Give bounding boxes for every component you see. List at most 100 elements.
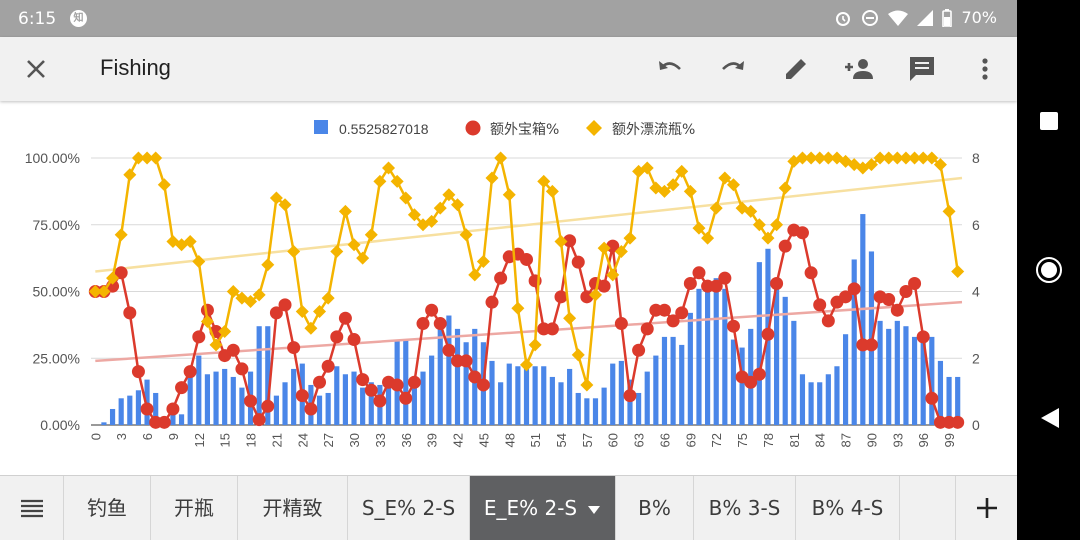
- bar: [316, 395, 323, 425]
- data-point-red: [373, 394, 387, 408]
- data-point-red: [597, 279, 611, 293]
- bar: [420, 371, 426, 425]
- data-point-red: [882, 293, 896, 307]
- data-point-yellow: [382, 161, 396, 175]
- data-point-red: [304, 402, 318, 416]
- alarm-icon: [836, 11, 851, 26]
- sheet-tab[interactable]: B% 4-S: [796, 476, 900, 540]
- add-sheet-button[interactable]: [955, 476, 1017, 540]
- data-point-yellow: [209, 338, 223, 352]
- right-axis-tick-label: 6: [972, 217, 980, 233]
- data-point-red: [675, 306, 689, 320]
- data-point-yellow: [675, 164, 689, 178]
- bar: [429, 355, 435, 425]
- data-point-red: [416, 317, 430, 331]
- bar: [351, 371, 357, 425]
- sheet-tab[interactable]: B%: [616, 476, 694, 540]
- x-axis-tick-label: 69: [683, 433, 698, 447]
- data-point-yellow: [149, 151, 163, 165]
- right-axis-tick-label: 0: [972, 417, 980, 433]
- sheet-tab[interactable]: B% 3-S: [694, 476, 796, 540]
- dropdown-arrow-icon[interactable]: [587, 505, 601, 515]
- bar: [196, 355, 202, 425]
- x-axis-tick-label: 99: [942, 433, 957, 447]
- navigation-bar: [1017, 0, 1080, 540]
- home-icon[interactable]: [1035, 256, 1063, 284]
- data-point-yellow: [511, 301, 525, 315]
- bar: [661, 336, 668, 425]
- x-axis-tick-label: 48: [502, 433, 517, 447]
- sheet-tab[interactable]: 开瓶: [151, 476, 238, 540]
- data-point-yellow: [364, 228, 378, 242]
- data-point-yellow: [347, 238, 361, 252]
- bar: [549, 376, 555, 425]
- bar: [291, 368, 297, 425]
- bar: [109, 408, 116, 425]
- x-axis-tick-label: 78: [761, 433, 776, 447]
- data-point-red: [321, 359, 335, 373]
- bar: [886, 328, 892, 425]
- bar: [903, 326, 909, 425]
- sheet-tab[interactable]: S_E% 2-S: [348, 476, 470, 540]
- all-sheets-button[interactable]: [0, 476, 64, 540]
- data-point-red: [804, 266, 818, 280]
- sheet-tab-label: B%: [638, 496, 671, 520]
- x-axis-tick-label: 81: [787, 433, 802, 447]
- data-point-yellow: [494, 151, 508, 165]
- sheet-tab[interactable]: 开精致: [238, 476, 348, 540]
- x-axis-tick-label: 30: [347, 433, 362, 447]
- data-point-yellow: [123, 168, 137, 182]
- x-axis-tick-label: 87: [839, 433, 854, 447]
- bar: [541, 366, 547, 425]
- sheet-tab-active[interactable]: E_E% 2-S: [470, 476, 616, 540]
- redo-icon[interactable]: [717, 53, 749, 85]
- data-point-red: [821, 314, 835, 328]
- data-point-red: [442, 343, 456, 357]
- status-bar: 6:15 知 70%: [0, 0, 1017, 37]
- bar: [782, 296, 788, 425]
- status-icons: 70%: [834, 8, 997, 27]
- data-point-red: [623, 389, 637, 403]
- undo-icon[interactable]: [654, 53, 686, 85]
- data-point-yellow: [192, 254, 206, 268]
- bar: [222, 368, 228, 425]
- bar: [877, 320, 883, 425]
- data-point-red: [761, 327, 775, 341]
- data-point-red: [261, 399, 275, 413]
- bar: [696, 288, 702, 425]
- sheet-tab[interactable]: 钓鱼: [64, 476, 151, 540]
- comment-icon[interactable]: [906, 53, 938, 85]
- edit-icon[interactable]: [780, 53, 812, 85]
- bar: [334, 366, 340, 425]
- data-point-red: [433, 317, 447, 331]
- bar: [282, 382, 288, 425]
- data-point-yellow: [476, 254, 490, 268]
- sheet-tab-label: B% 4-S: [811, 496, 884, 520]
- data-point-red: [778, 239, 792, 253]
- x-axis-tick-label: 93: [890, 433, 905, 447]
- bar: [454, 328, 461, 425]
- x-axis-tick-label: 6: [140, 433, 155, 440]
- data-point-red: [795, 226, 809, 240]
- bar: [911, 336, 918, 425]
- x-axis-tick-label: 51: [528, 433, 543, 447]
- bar: [101, 422, 107, 425]
- bar: [135, 390, 142, 425]
- data-point-red: [131, 365, 145, 379]
- data-point-yellow: [313, 305, 327, 319]
- bar: [213, 371, 219, 425]
- bar: [325, 392, 331, 425]
- data-point-yellow: [287, 244, 301, 258]
- data-point-red: [175, 381, 189, 395]
- combo-chart: 0.5525827018 额外宝箱% 额外漂流瓶% 100.00% 75.00% 5…: [25, 120, 980, 447]
- more-vert-icon[interactable]: [969, 53, 1001, 85]
- x-axis-tick-label: 60: [606, 433, 621, 447]
- back-icon[interactable]: [1039, 406, 1061, 430]
- bar: [567, 368, 573, 425]
- recents-icon[interactable]: [1038, 110, 1060, 132]
- close-icon[interactable]: [22, 55, 50, 83]
- data-point-red: [683, 276, 697, 290]
- x-axis-tick-label: 33: [373, 433, 388, 447]
- bar: [273, 395, 279, 425]
- add-person-icon[interactable]: [843, 53, 875, 85]
